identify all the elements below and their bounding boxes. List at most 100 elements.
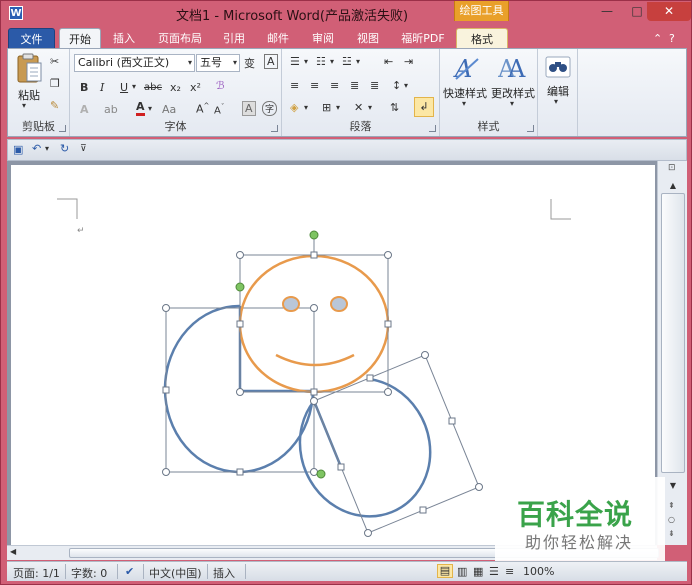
chinese-layout-dropdown-icon[interactable]: ▾ [368, 103, 372, 112]
line-spacing-icon[interactable]: ↕ [392, 79, 401, 92]
redo-icon[interactable]: ↻ [60, 142, 69, 155]
justify-icon[interactable]: ≣ [350, 79, 359, 92]
scroll-up-icon[interactable]: ▲ [664, 181, 682, 193]
enclose-char-icon[interactable]: 字 [262, 101, 278, 116]
clear-format-icon[interactable]: ℬ [216, 79, 225, 92]
superscript-button[interactable]: x² [190, 81, 201, 94]
line-spacing-dropdown-icon[interactable]: ▾ [404, 81, 408, 90]
ruler-toggle-icon[interactable]: ⊡ [668, 163, 676, 173]
subscript-button[interactable]: x₂ [170, 81, 181, 94]
bullets-dropdown-icon[interactable]: ▾ [304, 57, 308, 66]
underline-button[interactable]: U [120, 81, 128, 94]
multilevel-list-icon[interactable]: ☳ [342, 55, 352, 68]
tab-mailings[interactable]: 邮件 [261, 28, 295, 49]
font-color-dropdown-icon[interactable]: ▾ [148, 104, 152, 113]
underline-dropdown-icon[interactable]: ▾ [132, 82, 136, 91]
copy-icon[interactable]: ❐ [50, 77, 60, 90]
paste-icon[interactable] [16, 53, 44, 85]
borders-icon[interactable]: ⊞ [322, 101, 331, 114]
help-collapse-icon[interactable]: ⌃ [653, 32, 662, 45]
cut-icon[interactable]: ✂ [50, 55, 59, 68]
italic-button[interactable]: I [100, 81, 104, 94]
change-case-button[interactable]: Aa [162, 103, 176, 116]
customize-qat-icon[interactable]: ⊽ [80, 144, 87, 154]
status-language[interactable]: 中文(中国) [149, 565, 202, 581]
binoculars-icon[interactable] [545, 53, 571, 79]
rotation-handles[interactable] [235, 230, 326, 479]
save-icon[interactable]: ▣ [13, 143, 23, 156]
align-center-icon[interactable]: ≡ [310, 79, 319, 92]
highlight-icon[interactable]: ab [104, 103, 118, 116]
clipboard-launcher-icon[interactable] [59, 125, 66, 132]
grow-font-button[interactable]: A^ [196, 102, 209, 116]
scroll-down-icon[interactable]: ▼ [664, 481, 682, 490]
sort-icon[interactable]: ⇅ [390, 101, 399, 114]
borders-dropdown-icon[interactable]: ▾ [336, 103, 340, 112]
styles-launcher-icon[interactable] [527, 125, 534, 132]
bullets-icon[interactable]: ☰ [290, 55, 300, 68]
numbering-dropdown-icon[interactable]: ▾ [330, 57, 334, 66]
shading-icon[interactable]: ◈ [290, 101, 298, 114]
quick-styles-icon[interactable]: A [452, 53, 482, 83]
align-right-icon[interactable]: ≡ [330, 79, 339, 92]
char-shading-icon[interactable]: A [242, 101, 256, 116]
print-layout-view-icon[interactable]: ▤ [437, 564, 453, 578]
multilevel-dropdown-icon[interactable]: ▾ [356, 57, 360, 66]
change-styles-icon[interactable]: A A [498, 53, 528, 83]
quick-styles-dropdown-icon[interactable]: ▾ [462, 99, 466, 108]
paragraph-launcher-icon[interactable] [429, 125, 436, 132]
zoom-level[interactable]: 100% [523, 565, 554, 578]
increase-indent-icon[interactable]: ⇥ [404, 55, 413, 68]
status-page[interactable]: 页面: 1/1 [13, 565, 60, 581]
proofing-icon[interactable]: ✔ [125, 565, 134, 578]
distributed-icon[interactable]: ≣ [370, 79, 379, 92]
circle-shape-right[interactable] [298, 354, 480, 534]
decrease-indent-icon[interactable]: ⇤ [384, 55, 393, 68]
outline-view-icon[interactable]: ☰ [489, 565, 499, 578]
tab-foxit-pdf[interactable]: 福昕PDF [394, 28, 452, 49]
web-layout-view-icon[interactable]: ▦ [473, 565, 483, 578]
vertical-scroll-thumb[interactable] [661, 193, 685, 473]
numbering-icon[interactable]: ☷ [316, 55, 326, 68]
char-border-icon[interactable]: A [264, 54, 278, 69]
shrink-font-button[interactable]: Aˇ [214, 103, 224, 116]
draft-view-icon[interactable]: ≡ [505, 565, 514, 578]
selection-handles[interactable] [162, 251, 483, 537]
tab-references[interactable]: 引用 [217, 28, 251, 49]
close-button[interactable]: ✕ [647, 2, 691, 21]
font-launcher-icon[interactable] [271, 125, 278, 132]
tab-format[interactable]: 格式 [456, 28, 508, 49]
phonetic-guide-icon[interactable]: 变 [244, 55, 255, 71]
shading-dropdown-icon[interactable]: ▾ [304, 103, 308, 112]
font-color-button[interactable]: A [136, 101, 145, 116]
align-left-icon[interactable]: ≡ [290, 79, 299, 92]
editing-dropdown-icon[interactable]: ▾ [554, 97, 558, 106]
next-page-icon[interactable]: ⇟ [668, 529, 675, 538]
format-painter-icon[interactable]: ✎ [50, 99, 59, 112]
undo-icon[interactable]: ↶ [32, 142, 41, 155]
tab-view[interactable]: 视图 [351, 28, 385, 49]
help-icon[interactable]: ? [669, 32, 675, 45]
chinese-layout-icon[interactable]: ✕ [354, 101, 363, 114]
status-word-count[interactable]: 字数: 0 [71, 565, 107, 581]
change-styles-dropdown-icon[interactable]: ▾ [510, 99, 514, 108]
tab-home[interactable]: 开始 [59, 28, 101, 49]
tab-review[interactable]: 审阅 [306, 28, 340, 49]
bold-button[interactable]: B [80, 81, 88, 94]
font-name-combo[interactable]: Calibri (西文正文) ▾ [74, 54, 195, 72]
tab-page-layout[interactable]: 页面布局 [151, 28, 209, 49]
text-effects-icon[interactable]: A [80, 103, 89, 116]
scroll-left-icon[interactable]: ◀ [10, 547, 16, 556]
browse-object-icon[interactable]: ○ [668, 515, 675, 524]
show-formatting-marks-button[interactable]: ↲ [414, 97, 434, 117]
font-size-combo[interactable]: 五号 ▾ [196, 54, 240, 72]
undo-dropdown-icon[interactable]: ▾ [45, 144, 49, 153]
paste-dropdown-icon[interactable]: ▾ [22, 101, 26, 110]
status-insert-mode[interactable]: 插入 [213, 565, 235, 581]
tab-file[interactable]: 文件 [8, 28, 55, 49]
paste-label[interactable]: 粘贴 [14, 87, 44, 103]
strikethrough-button[interactable]: abc [144, 82, 162, 93]
minimize-button[interactable]: — [593, 2, 621, 21]
previous-page-icon[interactable]: ⇞ [668, 501, 675, 510]
full-screen-view-icon[interactable]: ▥ [457, 565, 467, 578]
